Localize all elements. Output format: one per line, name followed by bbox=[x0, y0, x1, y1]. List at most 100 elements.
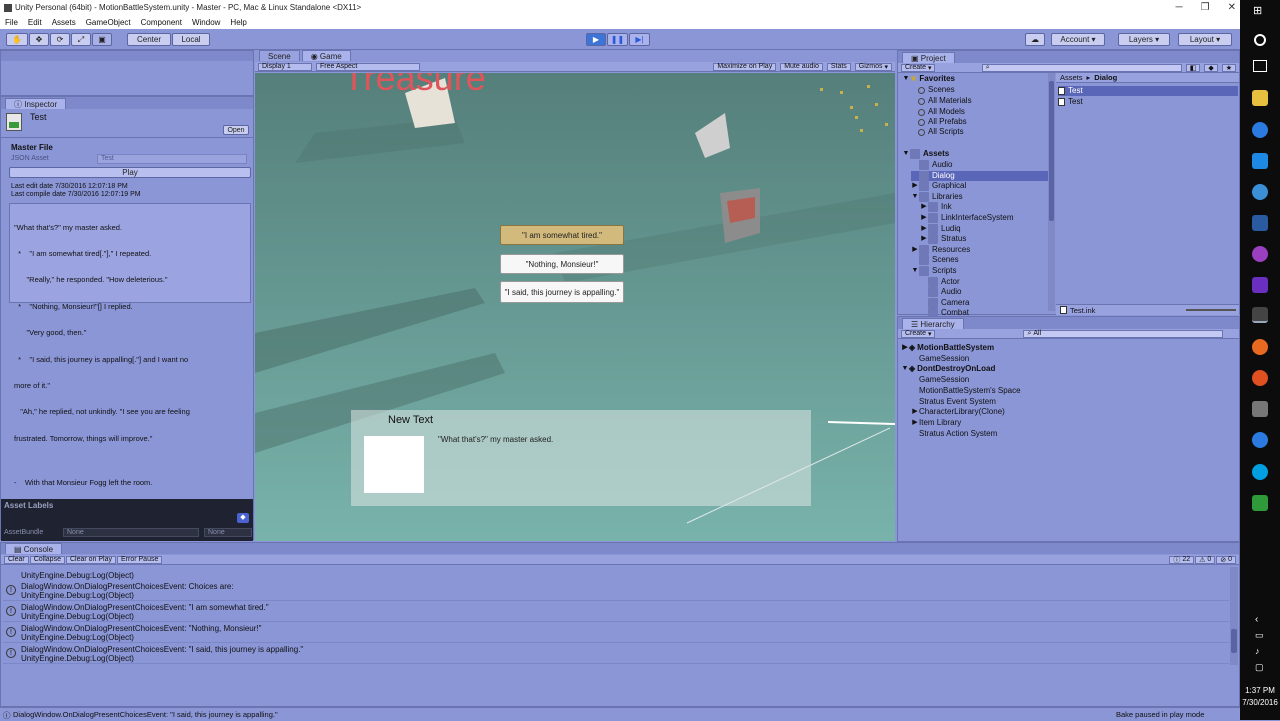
steam-icon[interactable] bbox=[1252, 215, 1268, 231]
project-folder-item[interactable]: Actor bbox=[920, 276, 960, 287]
assetbundle-dropdown[interactable]: None bbox=[63, 528, 199, 537]
project-folder-item[interactable]: Dialog bbox=[911, 170, 1050, 181]
warn-count-toggle[interactable]: ⚠ 0 bbox=[1195, 555, 1216, 564]
hierarchy-item[interactable]: GameSession bbox=[911, 375, 969, 385]
log-entry[interactable]: ! DialogWindow.OnDialogPresentChoicesEven… bbox=[3, 601, 1229, 622]
console-clear-button[interactable]: Clear bbox=[4, 555, 29, 564]
error-count-toggle[interactable]: ⊘ 0 bbox=[1216, 555, 1236, 564]
clock-time[interactable]: 1:37 PM bbox=[1240, 686, 1280, 695]
menu-window[interactable]: Window bbox=[192, 18, 220, 27]
volume-icon[interactable]: ♪ bbox=[1255, 646, 1260, 656]
console-scrollbar[interactable] bbox=[1230, 567, 1238, 665]
tree-arrow-icon[interactable]: ▶ bbox=[920, 213, 928, 223]
gizmos-toggle[interactable]: Gizmos ▾ bbox=[854, 62, 892, 71]
account-dropdown[interactable]: Account ▾ bbox=[1051, 33, 1105, 46]
create-dropdown[interactable]: Create ▾ bbox=[901, 63, 936, 72]
project-search-input[interactable]: ⌕ bbox=[981, 63, 1182, 72]
maximize-on-play-toggle[interactable]: Maximize on Play bbox=[713, 62, 777, 71]
story-text-area[interactable]: "What that's?" my master asked. * "I am … bbox=[9, 203, 251, 487]
rect-tool-icon[interactable]: ▣ bbox=[92, 33, 112, 46]
file-item[interactable]: Test bbox=[1058, 97, 1083, 107]
tree-arrow-icon[interactable]: ▼ bbox=[901, 364, 909, 374]
tab-scene[interactable]: Scene bbox=[259, 50, 300, 61]
assetbundle-variant-dropdown[interactable]: None bbox=[204, 528, 252, 537]
store-icon[interactable] bbox=[1252, 153, 1268, 169]
log-count-toggle[interactable]: ⓘ 22 bbox=[1169, 555, 1195, 564]
hierarchy-search-input[interactable]: ⌕ All bbox=[1023, 329, 1224, 338]
app-icon[interactable] bbox=[1252, 246, 1268, 262]
scale-tool-icon[interactable]: ⤢ bbox=[71, 33, 91, 46]
choice-button[interactable]: "Nothing, Monsieur!" bbox=[500, 254, 624, 274]
clock-date[interactable]: 7/30/2016 bbox=[1240, 698, 1280, 707]
tab-inspector[interactable]: ⓘ Inspector bbox=[5, 98, 67, 109]
console-clear-on-play-button[interactable]: Clear on Play bbox=[65, 555, 117, 564]
spreadsheet-icon[interactable] bbox=[1252, 495, 1268, 511]
layers-dropdown[interactable]: Layers ▾ bbox=[1118, 33, 1170, 46]
favorite-item[interactable]: All Prefabs bbox=[918, 117, 967, 127]
tree-arrow-icon[interactable]: ▶ bbox=[911, 181, 919, 191]
menu-file[interactable]: File bbox=[5, 18, 18, 27]
tree-arrow-icon[interactable]: ▶ bbox=[920, 202, 928, 212]
favorite-item[interactable]: Scenes bbox=[918, 85, 955, 95]
project-folder-item[interactable]: ▶ Ink bbox=[920, 202, 952, 213]
label-tag-icon[interactable]: ◆ bbox=[237, 513, 249, 523]
tab-game[interactable]: ◉ Game bbox=[301, 50, 351, 61]
tree-arrow-icon[interactable]: ▼ bbox=[911, 192, 919, 202]
cloud-icon[interactable]: ☁ bbox=[1025, 33, 1045, 46]
project-folder-item[interactable]: ▶ Ludiq bbox=[920, 223, 961, 234]
play-story-button[interactable]: Play bbox=[9, 167, 251, 178]
project-tree-scrollbar[interactable] bbox=[1048, 73, 1055, 311]
camera-app-icon[interactable] bbox=[1252, 401, 1268, 417]
hierarchy-item[interactable]: ▶ ◈ MotionBattleSystem bbox=[901, 343, 994, 353]
chrome-remote-icon[interactable] bbox=[1252, 432, 1268, 448]
favorite-item[interactable]: All Materials bbox=[918, 96, 972, 106]
project-folder-item[interactable]: ▼ Libraries bbox=[911, 191, 963, 202]
mute-audio-toggle[interactable]: Mute audio bbox=[780, 62, 823, 71]
breadcrumb-assets[interactable]: Assets bbox=[1060, 73, 1083, 82]
filter-label-icon[interactable]: ◆ bbox=[1204, 63, 1218, 72]
pivot-center-button[interactable]: Center bbox=[127, 33, 171, 46]
project-folder-item[interactable]: Scenes bbox=[911, 255, 959, 266]
tree-arrow-icon[interactable]: ▼ bbox=[911, 266, 919, 276]
tab-console[interactable]: ▤ Console bbox=[5, 543, 63, 554]
layout-dropdown[interactable]: Layout ▾ bbox=[1178, 33, 1232, 46]
project-folder-item[interactable]: ▶ LinkInterfaceSystem bbox=[920, 213, 1013, 223]
tab-project[interactable]: ▣ Project bbox=[902, 52, 955, 63]
tree-arrow-icon[interactable]: ▶ bbox=[911, 407, 919, 417]
console-error-pause-button[interactable]: Error Pause bbox=[117, 555, 163, 564]
firefox-icon[interactable] bbox=[1252, 339, 1268, 355]
rotate-tool-icon[interactable]: ⟳ bbox=[50, 33, 70, 46]
menu-edit[interactable]: Edit bbox=[28, 18, 42, 27]
hierarchy-item[interactable]: ▶ CharacterLibrary(Clone) bbox=[911, 407, 1005, 417]
file-explorer-icon[interactable] bbox=[1252, 90, 1268, 106]
skype-icon[interactable] bbox=[1252, 464, 1268, 480]
tree-arrow-icon[interactable]: ▶ bbox=[920, 234, 928, 244]
favorite-item[interactable]: All Scripts bbox=[918, 127, 964, 137]
tree-arrow-icon[interactable]: ▶ bbox=[911, 245, 919, 255]
choice-button[interactable]: "I said, this journey is appalling." bbox=[500, 281, 624, 303]
project-folder-item[interactable]: ▶ Graphical bbox=[911, 181, 966, 192]
file-item[interactable]: Test bbox=[1058, 86, 1238, 96]
project-folder-item[interactable]: Camera bbox=[920, 297, 969, 308]
menu-component[interactable]: Component bbox=[141, 18, 182, 27]
hierarchy-item[interactable]: ▼ ◈ DontDestroyOnLoad bbox=[901, 364, 996, 374]
visual-studio-icon[interactable] bbox=[1252, 277, 1268, 293]
display-dropdown[interactable]: Display 1 bbox=[258, 62, 312, 71]
hand-tool-icon[interactable]: ✋ bbox=[6, 33, 28, 46]
tab-hierarchy[interactable]: ☰ Hierarchy bbox=[902, 318, 964, 329]
favorites-header[interactable]: ▼ ★ Favorites bbox=[902, 74, 955, 84]
step-button[interactable]: ▶| bbox=[629, 33, 650, 46]
filter-type-icon[interactable]: ◧ bbox=[1185, 63, 1201, 72]
ie-icon[interactable] bbox=[1252, 184, 1268, 200]
move-tool-icon[interactable]: ✥ bbox=[29, 33, 49, 46]
project-folder-item[interactable]: ▶ Stratus bbox=[920, 234, 966, 245]
favorite-item[interactable]: All Models bbox=[918, 107, 965, 117]
hierarchy-item[interactable]: Stratus Event System bbox=[911, 397, 996, 407]
status-message[interactable]: DialogWindow.OnDialogPresentChoicesEvent… bbox=[13, 710, 278, 719]
maximize-icon[interactable]: ❐ bbox=[1201, 2, 1210, 13]
log-entry[interactable]: ! DialogWindow.OnDialogPresentChoicesEven… bbox=[3, 622, 1229, 643]
game-viewport[interactable]: Treasure "I am somewhat tired." "Nothing… bbox=[255, 73, 895, 541]
tree-arrow-icon[interactable]: ▶ bbox=[911, 418, 919, 428]
unity-taskbar-icon[interactable] bbox=[1252, 307, 1268, 323]
tree-arrow-icon[interactable]: ▶ bbox=[901, 343, 909, 353]
